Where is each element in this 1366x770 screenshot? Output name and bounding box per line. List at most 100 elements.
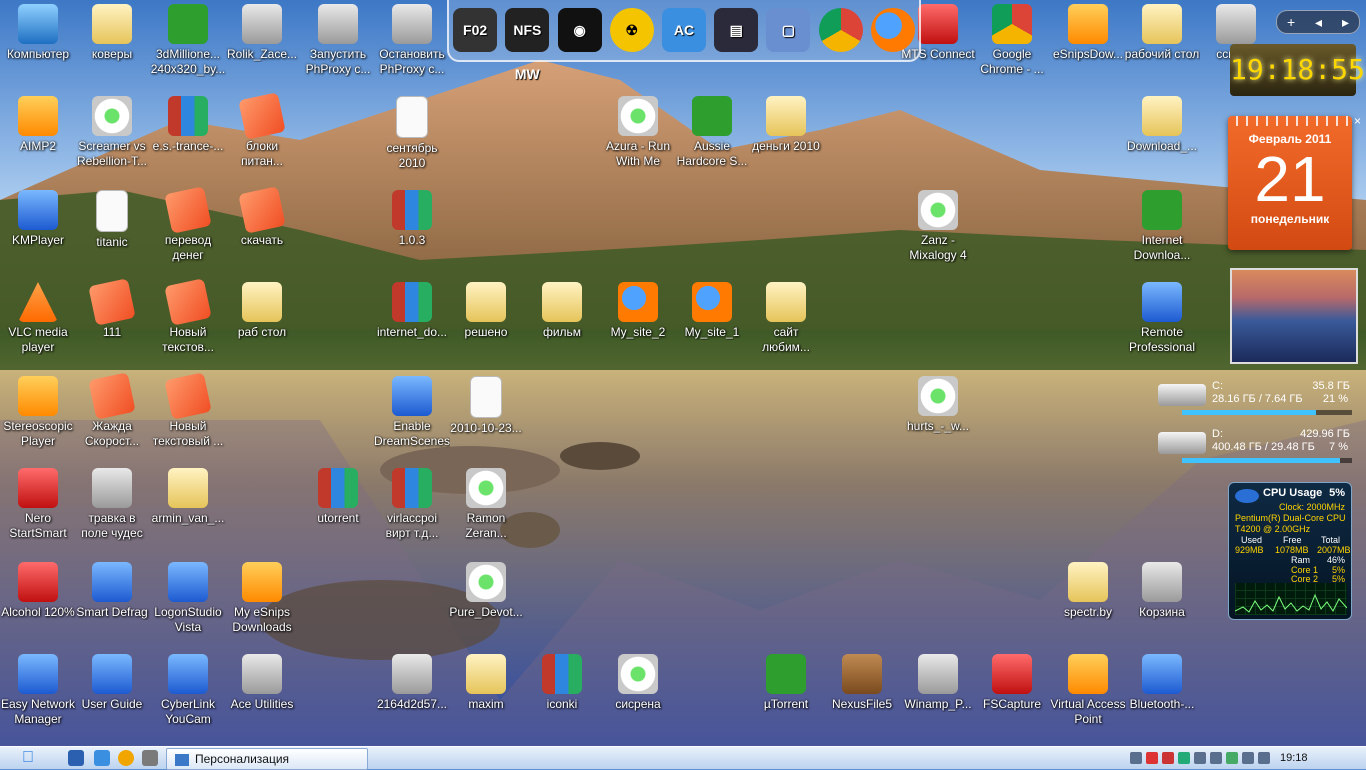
slideshow-gadget[interactable] — [1230, 268, 1358, 364]
desktop-icon[interactable]: Ace Utilities — [224, 652, 300, 738]
desktop-icon[interactable]: 3dMillione... 240x320_by... — [150, 2, 226, 88]
desktop-icon[interactable]: My_site_2 — [600, 280, 676, 366]
desktop-icon[interactable]: фильм — [524, 280, 600, 366]
desktop-icon[interactable]: раб стол — [224, 280, 300, 366]
volume-icon[interactable] — [1258, 752, 1270, 764]
ac-settings-icon[interactable]: AC — [661, 8, 706, 52]
desktop-icon[interactable]: AIMP2 — [0, 94, 76, 180]
desktop-icon[interactable]: 1.0.3 — [374, 188, 450, 274]
cpu-usage-gadget[interactable]: CPU Usage 5% Clock: 2000MHz Pentium(R) D… — [1228, 482, 1352, 620]
desktop-icon[interactable]: CyberLink YouCam — [150, 652, 226, 738]
desktop-icon[interactable]: Google Chrome - ... — [974, 2, 1050, 88]
desktop-icon[interactable]: Pure_Devot... — [448, 560, 524, 646]
desktop-icon[interactable]: My_site_1 — [674, 280, 750, 366]
desktop-icon[interactable]: Stereoscopic Player — [0, 374, 76, 460]
tray-app-icon[interactable] — [1178, 752, 1190, 764]
desktop-icon[interactable]: KMPlayer — [0, 188, 76, 274]
desktop-icon[interactable]: решено — [448, 280, 524, 366]
desktop-icon[interactable]: Ramon Zeran... — [448, 466, 524, 552]
desktop-icon[interactable]: Smart Defrag — [74, 560, 150, 646]
desktop-icon[interactable]: VLC media player — [0, 280, 76, 366]
desktop-icon[interactable]: Internet Downloa... — [1124, 188, 1200, 274]
desktop-icon[interactable]: блоки питан... — [224, 92, 300, 180]
desktop-icon[interactable]: 111 — [74, 278, 150, 366]
desktop-icon[interactable]: Корзина — [1124, 560, 1200, 646]
desktop-icon[interactable]: скачать — [224, 186, 300, 274]
radiation-icon[interactable]: ☢ — [609, 8, 654, 52]
desktop-icon[interactable]: eSnipsDow... — [1050, 2, 1126, 88]
eye-icon[interactable]: ◉ — [557, 8, 602, 52]
chrome-icon[interactable] — [818, 8, 863, 52]
tray-clock[interactable]: 19:18 — [1280, 752, 1308, 764]
taskbar-button-personalization[interactable]: Персонализация — [166, 748, 368, 770]
network-icon[interactable] — [1242, 752, 1254, 764]
desktop-icon[interactable]: µTorrent — [748, 652, 824, 738]
desktop-icon[interactable]: virlaccpoi вирт т.д... — [374, 466, 450, 552]
desktop-icon[interactable]: Bluetooth-... — [1124, 652, 1200, 738]
tray-app-icon[interactable] — [1194, 752, 1206, 764]
desktop-icon[interactable]: Остановить PhProxy с... — [374, 2, 450, 88]
next-gadget-button[interactable]: ▸ — [1342, 14, 1349, 31]
desktop-icon[interactable]: Enable DreamScenes — [374, 374, 450, 460]
desktop-icon[interactable]: коверы — [74, 2, 150, 88]
tray-app-icon[interactable] — [1162, 752, 1174, 764]
tray-expand-icon[interactable] — [1130, 752, 1142, 764]
tray-alert-icon[interactable] — [1146, 752, 1158, 764]
apple-start-icon[interactable]:  — [22, 749, 40, 767]
desktop-icon[interactable]: Запустить PhProxy с... — [300, 2, 376, 88]
add-gadget-button[interactable]: + — [1287, 14, 1295, 30]
desktop-icon[interactable]: сисрена — [600, 652, 676, 738]
desktop-icon[interactable]: Download_... — [1124, 94, 1200, 180]
desktop-icon[interactable]: titanic — [74, 188, 150, 274]
desktop-icon[interactable]: рабочий стол — [1124, 2, 1200, 88]
clock-gadget[interactable]: 19:18:55 — [1230, 44, 1365, 96]
desktop-icon[interactable]: e.s.-trance-... — [150, 94, 226, 180]
desktop-icon[interactable]: Easy Network Manager — [0, 652, 76, 738]
media-box-icon[interactable]: ▤ — [714, 8, 759, 52]
desktop-icon[interactable]: Aussie Hardcore S... — [674, 94, 750, 180]
desktop-icon[interactable]: FSCapture — [974, 652, 1050, 738]
desktop-icon[interactable]: armin_van_... — [150, 466, 226, 552]
desktop-icon[interactable]: Screamer vs Rebellion-T... — [74, 94, 150, 180]
close-icon[interactable]: × — [1354, 114, 1361, 128]
desktop-icon[interactable]: Zanz - Mixalogy 4 — [900, 188, 976, 274]
desktop-icon[interactable]: NexusFile5 — [824, 652, 900, 738]
desktop-icon[interactable]: Winamp_P... — [900, 652, 976, 738]
desktop-icon[interactable]: utorrent — [300, 466, 376, 552]
desktop-icon[interactable]: Remote Professional — [1124, 280, 1200, 366]
desktop-icon[interactable]: spectr.by — [1050, 560, 1126, 646]
battery-icon[interactable] — [1226, 752, 1238, 764]
prev-gadget-button[interactable]: ◂ — [1315, 14, 1322, 31]
drive-d-gadget[interactable]: D: 429.96 ГБ 400.48 ГБ / 29.48 ГБ 7 % — [1158, 428, 1354, 474]
drive-c-gadget[interactable]: C: 35.8 ГБ 28.16 ГБ / 7.64 ГБ 21 % — [1158, 380, 1354, 426]
desktop-icon[interactable]: Azura - Run With Me — [600, 94, 676, 180]
desktop-icon[interactable]: LogonStudio Vista — [150, 560, 226, 646]
desktop-icon[interactable]: maxim — [448, 652, 524, 738]
desktop-icon[interactable]: Rolik_Zace... — [224, 2, 300, 88]
quicklaunch-icon[interactable] — [142, 750, 158, 766]
calendar-gadget[interactable]: Февраль 2011 21 понедельник — [1228, 116, 1352, 250]
desktop-icon[interactable]: Virtual Access Point — [1050, 652, 1126, 738]
desktop-icon[interactable]: Новый текстовый ... — [150, 372, 226, 460]
desktop-icon[interactable]: перевод денег — [150, 186, 226, 274]
desktop-icon[interactable]: Nero StartSmart — [0, 466, 76, 552]
nfs-mw-icon[interactable]: NFS MW — [505, 8, 550, 82]
desktop-icon[interactable]: User Guide — [74, 652, 150, 738]
desktop-icon[interactable]: 2164d2d57... — [374, 652, 450, 738]
desktop-icon[interactable]: Alcohol 120% — [0, 560, 76, 646]
show-desktop-icon[interactable] — [68, 750, 84, 766]
desktop-icon[interactable]: деньги 2010 — [748, 94, 824, 180]
desktop-icon[interactable]: травка в поле чудес — [74, 466, 150, 552]
tray-app-icon[interactable] — [1210, 752, 1222, 764]
desktop-icon[interactable]: сайт любим... — [748, 280, 824, 366]
explorer-icon[interactable] — [94, 750, 110, 766]
desktop-icon[interactable]: сентябрь 2010 — [374, 94, 450, 180]
desktop-icon[interactable]: My eSnips Downloads — [224, 560, 300, 646]
desktop-icon[interactable]: Компьютер — [0, 2, 76, 88]
firefox-icon[interactable] — [870, 8, 915, 52]
desktop-icon[interactable]: iconki — [524, 652, 600, 738]
f02-game-icon[interactable]: F02 — [453, 8, 498, 52]
desktop-icon[interactable]: Жажда Скорост... — [74, 372, 150, 460]
window-switch-icon[interactable]: ▢ — [766, 8, 811, 52]
desktop-icon[interactable]: hurts_-_w... — [900, 374, 976, 460]
